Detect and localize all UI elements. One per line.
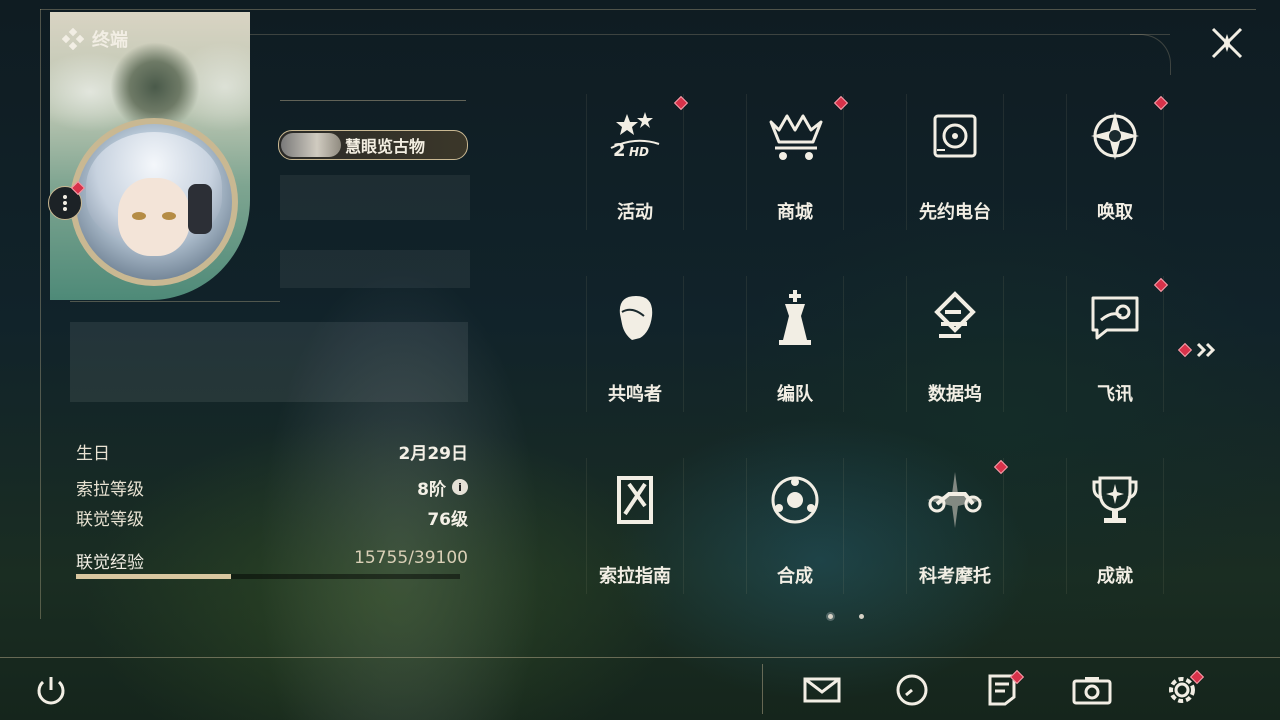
cell-frame [1066,276,1164,412]
menu-item-motorcycle[interactable]: 科考摩托 [906,458,1009,594]
stat-value: 76级 [427,505,468,530]
bottom-bar-divider [0,657,1280,658]
page-dot [859,614,864,619]
page-title: 终端 [62,26,128,52]
title-badge-image [281,133,341,157]
profile-more-button[interactable] [48,180,86,220]
info-icon[interactable]: i [452,479,468,495]
exit-button[interactable] [32,672,70,710]
blurred-field [280,250,470,288]
cell-frame [906,276,1004,412]
menu-item-shop[interactable]: 商城 [746,94,849,230]
stat-value: 2月29日 [399,439,469,464]
notice-button[interactable] [980,669,1025,710]
cell-frame [746,276,844,412]
menu-item-team[interactable]: 编队 [746,276,844,412]
experience-bar-fill [76,574,231,579]
experience-label: 联觉经验 [76,553,144,573]
stat-value-text: 76级 [427,509,468,530]
stat-birthday: 生日 2月29日 [76,436,468,466]
blurred-field [280,175,470,220]
close-icon [1211,27,1243,59]
menu-item-data-bank[interactable]: 数据坞 [906,276,1004,412]
cell-frame [586,458,684,594]
clock-button[interactable] [890,670,934,710]
mail-button[interactable] [800,670,844,710]
avatar-eye [162,212,176,220]
camera-icon [1072,677,1112,705]
mail-icon [803,677,841,703]
camera-button[interactable] [1070,670,1114,710]
page-title-text: 终端 [92,30,128,51]
experience-row: 联觉经验 15755/39100 [76,548,468,573]
experience-bar [76,574,460,579]
more-vertical-icon [63,195,67,211]
stat-label: 联觉等级 [76,509,144,530]
frame-line-top [40,9,1256,10]
bottom-bar-separator [762,664,763,714]
menu-item-radio[interactable]: 先约电台 [906,94,1004,230]
terminal-icon [62,28,84,50]
avatar[interactable] [70,118,238,286]
cell-frame [1066,94,1164,230]
cell-frame [1066,458,1164,594]
frame-line-inner [240,34,1170,35]
title-badge[interactable]: 慧眼览古物 [278,130,468,160]
blurred-field [70,322,468,402]
profile-stats: 生日 2月29日 索拉等级 8阶 i 联觉等级 76级 [76,436,468,532]
stat-label: 索拉等级 [76,479,144,500]
stat-sol-rank: 索拉等级 8阶 i [76,472,468,502]
menu-item-resonators[interactable]: 共鸣者 [586,276,684,412]
cell-frame [586,276,684,412]
close-button[interactable] [1206,22,1248,64]
double-chevron-right-icon [1196,342,1216,358]
stat-label: 生日 [76,443,110,464]
stat-value-text: 8阶 [417,479,446,500]
page-indicator [828,614,864,619]
avatar-eye [132,212,146,220]
power-icon [37,677,65,705]
menu-item-messages[interactable]: 飞讯 [1066,276,1169,412]
cell-frame [746,94,844,230]
cell-frame [746,458,844,594]
next-page-button[interactable] [1177,338,1220,362]
frame-line-left [40,9,41,619]
menu-grid: 2 HD 活动 商城 先约电台 唤取 共鸣者 编队 数据坞 飞讯 索拉指南 合成… [586,94,1169,594]
menu-item-guidebook[interactable]: 索拉指南 [586,458,684,594]
page-dot-active [828,614,833,619]
stat-value: 8阶 i [417,475,468,500]
menu-item-events[interactable]: 2 HD 活动 [586,94,689,230]
menu-item-achievements[interactable]: 成就 [1066,458,1164,594]
cell-frame [906,94,1004,230]
stat-union-level: 联觉等级 76级 [76,502,468,532]
title-badge-label: 慧眼览古物 [345,137,426,156]
clock-icon [896,674,928,706]
avatar-image [76,124,232,280]
cell-frame [586,94,684,230]
divider [280,100,466,101]
experience-value: 15755/39100 [354,548,468,568]
divider [70,301,280,302]
settings-button[interactable] [1160,669,1205,710]
cell-frame [906,458,1004,594]
stat-value-text: 2月29日 [398,443,469,464]
avatar-face [118,178,190,256]
menu-item-convene[interactable]: 唤取 [1066,94,1169,230]
avatar-headset [188,184,212,234]
menu-item-synthesis[interactable]: 合成 [746,458,844,594]
alert-badge [1177,342,1193,358]
